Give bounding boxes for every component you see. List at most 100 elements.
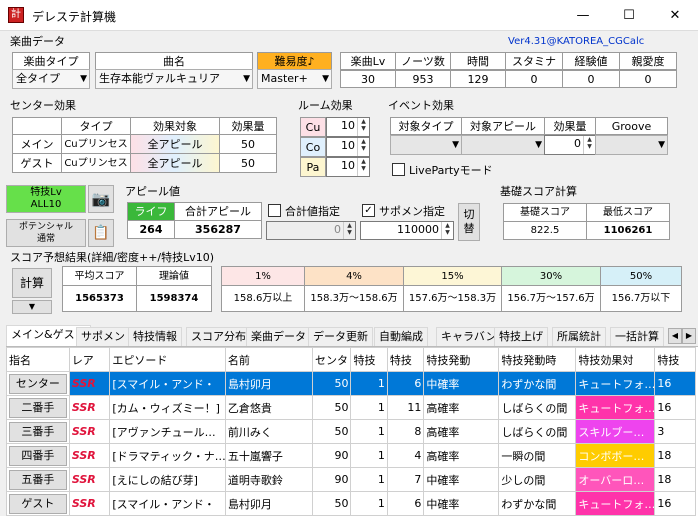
skill-prob-cell: 高確率: [423, 419, 500, 444]
grid-column-header[interactable]: 特技: [386, 347, 425, 372]
copy-icon[interactable]: 📋: [88, 219, 114, 247]
skill-num-cell: 16: [654, 395, 696, 420]
song-name-select[interactable]: 生存本能ヴァルキュリア ▼: [95, 69, 253, 89]
table-row[interactable]: 四番手 SSR [ドラマティック・ナ… 五十嵐響子 90 1 4 高確率 一瞬の間 コンボボー… 1…: [6, 443, 696, 468]
skill-prob-cell: 中確率: [423, 371, 500, 396]
grid-column-header[interactable]: センタ: [311, 347, 352, 372]
liveparty-checkbox[interactable]: [392, 163, 405, 176]
tab-5[interactable]: データ更新: [308, 327, 373, 346]
center-guest-target[interactable]: 全アピール: [130, 153, 220, 173]
skill-effect-cell: キュートフォ…: [575, 395, 656, 420]
tab-7[interactable]: キャラバン: [436, 327, 502, 346]
percentile-value: 158.3万〜158.6万: [304, 285, 404, 312]
percentile-value: 156.7万以下: [600, 285, 682, 312]
affection-value: 0: [619, 70, 677, 88]
row-position-button[interactable]: 五番手: [9, 469, 67, 490]
room-cu-spinner[interactable]: 10 ▲ ▼: [326, 117, 370, 137]
skill-time-cell: しばらくの間: [498, 419, 577, 444]
tab-scroll-right-button[interactable]: ▶: [682, 328, 696, 344]
grid-column-header[interactable]: レア: [68, 347, 111, 372]
center-cell: 50: [311, 395, 352, 420]
grid-column-header[interactable]: 特技効果対: [575, 347, 656, 372]
room-co-spinner[interactable]: 10 ▲ ▼: [326, 137, 370, 157]
table-row[interactable]: 三番手 SSR [アヴァンチュール… 前川みく 50 1 8 高確率 しばらくの間 スキルブー… 3: [6, 419, 696, 444]
tab-2[interactable]: 特技情報: [128, 327, 182, 346]
table-row[interactable]: 二番手 SSR [カム・ウィズミー！] 乙倉悠貴 50 1 11 高確率 しばらくの間 キュートフ…: [6, 395, 696, 420]
spinner-arrows-icon[interactable]: ▲ ▼: [357, 118, 369, 136]
calculate-button[interactable]: 計算: [12, 268, 52, 298]
center-type-header: タイプ: [61, 117, 131, 135]
spinner-arrows-icon[interactable]: ▲ ▼: [357, 138, 369, 156]
grid-column-header[interactable]: 特技発動: [423, 347, 500, 372]
tab-10[interactable]: 一括計算: [610, 327, 664, 346]
center-guest-type[interactable]: Cuプリンセス: [61, 153, 131, 173]
center-main-target[interactable]: 全アピール: [130, 134, 220, 154]
skill-level-button[interactable]: 特技Lv ALL10: [6, 185, 86, 213]
tab-6[interactable]: 自動編成: [374, 327, 428, 346]
tab-1[interactable]: サポメン: [76, 327, 130, 346]
skill-time-cell: 少しの間: [498, 467, 577, 492]
total-spec-checkbox[interactable]: [268, 204, 281, 217]
potential-button[interactable]: ポテンシャル 通常: [6, 219, 86, 247]
table-row[interactable]: 五番手 SSR [えにしの結び芽] 道明寺歌鈴 90 1 7 中確率 少しの間 オーバーロ… 18: [6, 467, 696, 492]
tab-3[interactable]: スコア分布: [186, 327, 251, 346]
row-position-button[interactable]: 四番手: [9, 445, 67, 466]
event-amount-spinner[interactable]: 0 ▲ ▼: [544, 135, 596, 155]
grid-column-header[interactable]: 名前: [224, 347, 313, 372]
room-section-label: ルーム効果: [298, 99, 353, 112]
event-type-select[interactable]: ▼: [390, 135, 462, 155]
row-position-button[interactable]: ゲスト: [9, 493, 67, 514]
event-appeal-select[interactable]: ▼: [461, 135, 545, 155]
room-co-label: Co: [300, 137, 326, 157]
skill-num-cell: 3: [654, 419, 696, 444]
position-cell: センター: [6, 371, 70, 396]
row-position-button[interactable]: 二番手: [9, 397, 67, 418]
total-spec-spinner[interactable]: 0 ▲ ▼: [266, 221, 356, 240]
center-guest-amount[interactable]: 50: [219, 153, 277, 173]
grid-column-header[interactable]: エピソード: [109, 347, 226, 372]
position-cell: 二番手: [6, 395, 70, 420]
center-main-type[interactable]: Cuプリンセス: [61, 134, 131, 154]
theory-header: 理論値: [136, 266, 212, 286]
time-header: 時間: [450, 52, 506, 70]
spinner-arrows-icon[interactable]: ▲ ▼: [441, 222, 453, 239]
tab-8[interactable]: 特技上げ: [494, 327, 548, 346]
center-main-label: メイン: [12, 134, 62, 154]
room-pa-spinner[interactable]: 10 ▲ ▼: [326, 157, 370, 177]
notes-value: 953: [395, 70, 451, 88]
grid-column-header[interactable]: 特技: [350, 347, 388, 372]
chevron-down-icon: ▼: [535, 140, 542, 150]
song-section-label: 楽曲データ: [10, 35, 65, 48]
minimize-button[interactable]: —: [560, 0, 606, 31]
close-button[interactable]: ✕: [652, 0, 698, 31]
grid-column-header[interactable]: 特技: [654, 347, 696, 372]
song-lv-header: 楽曲Lv: [340, 52, 396, 70]
spinner-arrows-icon[interactable]: ▲ ▼: [343, 222, 355, 239]
episode-cell: [カム・ウィズミー！]: [109, 395, 226, 420]
event-groove-select[interactable]: ▼: [595, 135, 668, 155]
tab-4[interactable]: 楽曲データ: [246, 327, 311, 346]
maximize-button[interactable]: ☐: [606, 0, 652, 31]
table-row[interactable]: ゲスト SSR [スマイル・アンド・ 島村卯月 50 1 6 中確率 わずかな間 キュートフォ… 1…: [6, 491, 696, 516]
camera-icon[interactable]: 📷: [88, 185, 114, 213]
stamina-header: スタミナ: [505, 52, 563, 70]
grid-column-header[interactable]: 特技発動時: [498, 347, 577, 372]
episode-cell: [スマイル・アンド・: [109, 371, 226, 396]
switch-button[interactable]: 切替: [458, 203, 480, 241]
rarity-cell: SSR: [68, 371, 111, 396]
support-spec-spinner[interactable]: 110000 ▲ ▼: [360, 221, 454, 240]
skill2-cell: 7: [386, 467, 425, 492]
song-type-select[interactable]: 全タイプ ▼: [12, 69, 90, 89]
grid-column-header[interactable]: 指名: [6, 347, 70, 372]
calc-dropdown-button[interactable]: ▼: [12, 300, 52, 314]
difficulty-select[interactable]: Master+ ▼: [257, 69, 332, 89]
row-position-button[interactable]: センター: [9, 373, 67, 394]
spinner-arrows-icon[interactable]: ▲ ▼: [583, 136, 595, 154]
row-position-button[interactable]: 三番手: [9, 421, 67, 442]
tab-9[interactable]: 所属統計: [552, 327, 606, 346]
table-row[interactable]: センター SSR [スマイル・アンド・ 島村卯月 50 1 6 中確率 わずかな間 キュートフォ……: [6, 371, 696, 396]
support-spec-checkbox[interactable]: ✓: [362, 204, 375, 217]
spinner-arrows-icon[interactable]: ▲ ▼: [357, 158, 369, 176]
center-main-amount[interactable]: 50: [219, 134, 277, 154]
tab-scroll-left-button[interactable]: ◀: [668, 328, 682, 344]
